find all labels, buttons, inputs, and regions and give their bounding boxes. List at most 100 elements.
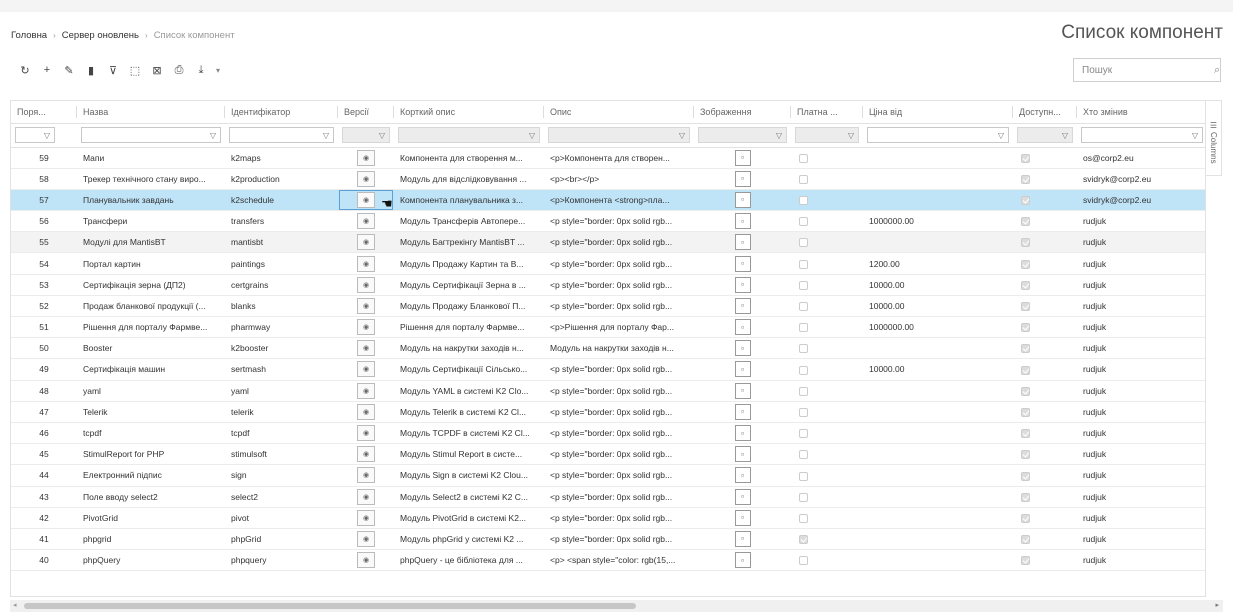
select-all-icon[interactable]: ⬚ bbox=[124, 62, 146, 78]
eye-icon[interactable]: ◉ bbox=[357, 425, 375, 442]
paid-checkbox[interactable] bbox=[799, 323, 808, 333]
horizontal-scrollbar[interactable]: ◂ ▸ bbox=[10, 600, 1223, 612]
available-checkbox[interactable] bbox=[1021, 492, 1030, 502]
available-checkbox[interactable] bbox=[1021, 344, 1030, 354]
funnel-icon[interactable]: ▽ bbox=[44, 131, 54, 140]
image-icon[interactable]: ▫ bbox=[734, 530, 751, 547]
table-row[interactable]: 49 Сертифікація машин sertmash ◉ Модуль Серт… bbox=[11, 358, 1205, 381]
filter-paid[interactable]: ▽ bbox=[795, 127, 859, 143]
available-checkbox[interactable] bbox=[1021, 407, 1030, 417]
paid-checkbox[interactable] bbox=[799, 556, 808, 566]
column-header[interactable]: Доступн... bbox=[1013, 101, 1077, 124]
image-icon[interactable]: ▫ bbox=[734, 361, 751, 378]
paid-checkbox[interactable] bbox=[799, 217, 808, 227]
column-header[interactable]: Назва bbox=[77, 101, 225, 124]
table-row[interactable]: 48 yaml yaml ◉ Модуль YAML в системі K2 Clo.… bbox=[11, 380, 1205, 402]
eye-icon[interactable]: ◉ bbox=[357, 276, 375, 293]
table-row[interactable]: 58 Трекер технічного стану виро... k2produ… bbox=[11, 168, 1205, 190]
paid-checkbox[interactable] bbox=[799, 280, 808, 290]
scroll-right-icon[interactable]: ▸ bbox=[1215, 601, 1219, 609]
image-icon[interactable]: ▫ bbox=[734, 191, 751, 208]
eye-icon[interactable]: ◉ bbox=[357, 255, 375, 272]
available-checkbox[interactable] bbox=[1021, 365, 1030, 375]
available-checkbox[interactable] bbox=[1021, 513, 1030, 523]
available-checkbox[interactable] bbox=[1021, 174, 1030, 184]
refresh-icon[interactable]: ↻ bbox=[14, 62, 36, 78]
breadcrumb-parent[interactable]: Сервер оновлень bbox=[62, 30, 139, 41]
image-icon[interactable]: ▫ bbox=[734, 467, 751, 484]
available-checkbox[interactable] bbox=[1021, 302, 1030, 312]
eye-icon[interactable]: ◉ bbox=[357, 340, 375, 357]
image-icon[interactable]: ▫ bbox=[734, 276, 751, 293]
filter-available[interactable]: ▽ bbox=[1017, 127, 1073, 143]
table-row[interactable]: 40 phpQuery phpquery ◉ phpQuery - це бібліот… bbox=[11, 549, 1205, 572]
table-row[interactable]: 50 Booster k2booster ◉ Модуль на накрутки за… bbox=[11, 337, 1205, 360]
funnel-icon[interactable]: ▽ bbox=[679, 131, 689, 140]
image-icon[interactable]: ▫ bbox=[734, 403, 751, 420]
delete-icon[interactable]: ▮ bbox=[80, 62, 102, 78]
paid-checkbox[interactable] bbox=[799, 429, 808, 439]
eye-icon[interactable]: ◉ bbox=[357, 149, 375, 166]
table-row[interactable]: 42 PivotGrid pivot ◉ Модуль PivotGrid в сист… bbox=[11, 507, 1205, 529]
filter-identifier[interactable]: ▽ bbox=[229, 127, 334, 143]
image-icon[interactable]: ▫ bbox=[734, 149, 751, 166]
available-checkbox[interactable] bbox=[1021, 450, 1030, 460]
column-header[interactable]: Поря... bbox=[11, 101, 77, 124]
table-row[interactable]: 43 Поле вводу select2 select2 ◉ Модуль Selec… bbox=[11, 486, 1205, 508]
image-icon[interactable]: ▫ bbox=[734, 234, 751, 251]
column-header[interactable]: Ціна від bbox=[863, 101, 1013, 124]
available-checkbox[interactable] bbox=[1021, 153, 1030, 163]
table-row[interactable]: 47 Telerik telerik ◉ Модуль Telerik в систем… bbox=[11, 401, 1205, 423]
funnel-icon[interactable]: ▽ bbox=[776, 131, 786, 140]
funnel-icon[interactable]: ▽ bbox=[1062, 131, 1072, 140]
table-row[interactable]: 51 Рішення для порталу Фармве... pharmway ◉… bbox=[11, 316, 1205, 339]
image-icon[interactable]: ▫ bbox=[734, 255, 751, 272]
funnel-icon[interactable]: ▽ bbox=[210, 131, 220, 140]
edit-icon[interactable]: ✎ bbox=[58, 62, 80, 78]
scrollbar-thumb[interactable] bbox=[24, 603, 636, 609]
paid-checkbox[interactable] bbox=[799, 450, 808, 460]
paid-checkbox[interactable] bbox=[799, 386, 808, 396]
eye-icon[interactable]: ◉ bbox=[357, 297, 375, 314]
available-checkbox[interactable] bbox=[1021, 238, 1030, 248]
image-icon[interactable]: ▫ bbox=[734, 509, 751, 526]
clear-filter-icon[interactable]: ⊽ bbox=[102, 62, 124, 78]
funnel-icon[interactable]: ▽ bbox=[323, 131, 333, 140]
available-checkbox[interactable] bbox=[1021, 259, 1030, 269]
eye-icon[interactable]: ◉ bbox=[357, 552, 375, 569]
add-icon[interactable]: + bbox=[36, 62, 58, 78]
paid-checkbox[interactable] bbox=[799, 153, 808, 163]
search-input[interactable] bbox=[1074, 59, 1214, 81]
table-row[interactable]: 57 Планувальник завдань k2schedule ◉ Компоне… bbox=[11, 189, 1205, 212]
filter-name[interactable]: ▽ bbox=[81, 127, 221, 143]
breadcrumb-home[interactable]: Головна bbox=[11, 30, 47, 41]
paid-checkbox[interactable] bbox=[799, 259, 808, 269]
eye-icon[interactable]: ◉ bbox=[357, 382, 375, 399]
paid-checkbox[interactable] bbox=[799, 238, 808, 248]
image-icon[interactable]: ▫ bbox=[734, 297, 751, 314]
deselect-icon[interactable]: ⊠ bbox=[146, 62, 168, 78]
image-icon[interactable]: ▫ bbox=[734, 213, 751, 230]
table-row[interactable]: 41 phpgrid phpGrid ◉ Модуль phpGrid у систем… bbox=[11, 528, 1205, 551]
filter-order[interactable]: ▽ bbox=[15, 127, 55, 143]
paid-checkbox[interactable] bbox=[799, 492, 808, 502]
column-header[interactable]: Ідентифікатор bbox=[225, 101, 338, 124]
columns-panel-label[interactable]: Columns bbox=[1209, 132, 1218, 164]
paid-checkbox[interactable] bbox=[799, 535, 808, 545]
eye-icon[interactable]: ◉ bbox=[357, 403, 375, 420]
paid-checkbox[interactable] bbox=[799, 196, 808, 206]
download-icon[interactable]: ⤓ bbox=[190, 62, 212, 78]
available-checkbox[interactable] bbox=[1021, 217, 1030, 227]
available-checkbox[interactable] bbox=[1021, 323, 1030, 333]
scroll-left-icon[interactable]: ◂ bbox=[13, 601, 17, 609]
column-header[interactable]: Платна ... bbox=[791, 101, 863, 124]
eye-icon[interactable]: ◉ bbox=[357, 191, 375, 208]
available-checkbox[interactable] bbox=[1021, 556, 1030, 566]
paid-checkbox[interactable] bbox=[799, 344, 808, 354]
available-checkbox[interactable] bbox=[1021, 280, 1030, 290]
search-icon[interactable]: ⌕ bbox=[1214, 64, 1220, 77]
paid-checkbox[interactable] bbox=[799, 471, 808, 481]
eye-icon[interactable]: ◉ bbox=[357, 467, 375, 484]
image-icon[interactable]: ▫ bbox=[734, 319, 751, 336]
table-row[interactable]: 59 Мапи k2maps ◉ Компонента для створення м.… bbox=[11, 147, 1205, 169]
